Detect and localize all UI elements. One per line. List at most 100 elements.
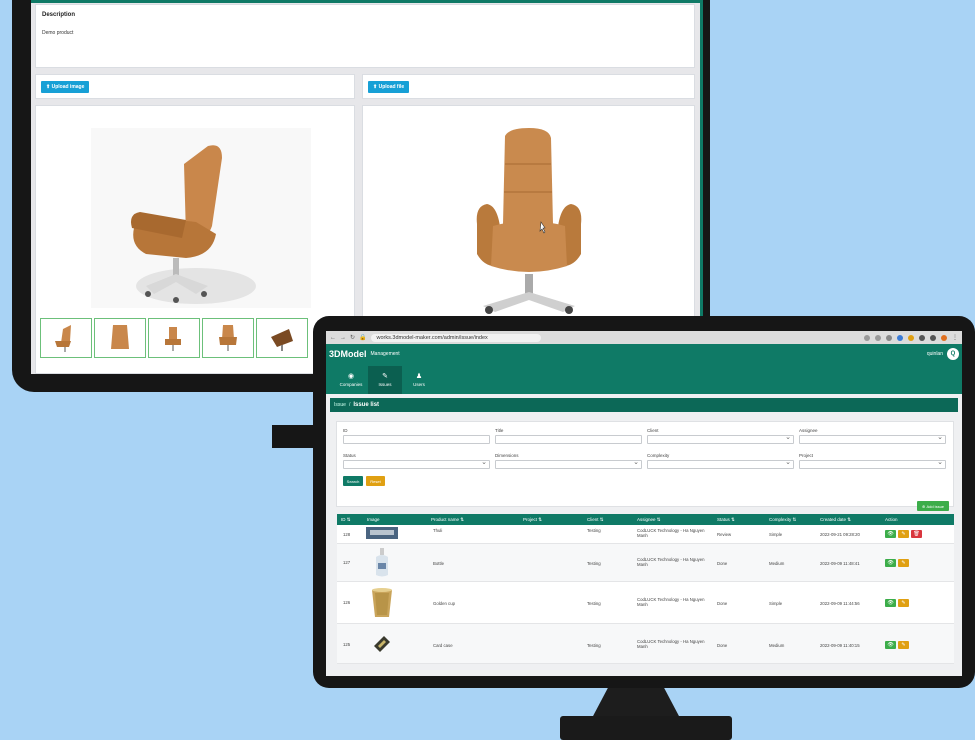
- cell-product-name[interactable]: Card case: [433, 643, 453, 648]
- trash-icon: 🗑: [913, 531, 920, 537]
- thumbnail-1[interactable]: [40, 318, 92, 358]
- menu-dots-icon[interactable]: ⋮: [952, 334, 958, 341]
- status-label: Status: [343, 453, 356, 458]
- companies-icon: ◉: [347, 373, 355, 380]
- thumbnail-2[interactable]: [94, 318, 146, 358]
- thumb-card-case: [369, 630, 393, 656]
- share-icon[interactable]: [875, 334, 881, 341]
- thumbnail-4[interactable]: [202, 318, 254, 358]
- pencil-icon: ✎: [901, 600, 906, 606]
- reload-icon[interactable]: ↻: [350, 334, 355, 341]
- issue-table: ID ⇅ Image Product name ⇅ Project ⇅ Clie…: [337, 514, 954, 664]
- top-accent-bar: [31, 0, 703, 3]
- main-nav: ◉ Companies ✎ Issues ♟ Users: [326, 364, 962, 394]
- eye-icon: 👁: [887, 560, 894, 566]
- edit-button[interactable]: ✎: [898, 599, 909, 607]
- id-label: ID: [343, 428, 348, 433]
- id-input[interactable]: [343, 435, 490, 444]
- cell-complexity: Simple: [769, 532, 783, 537]
- table-row[interactable]: 128 Thuli Testing CodLUCK Technology - H…: [337, 525, 954, 544]
- monitor-stand-base: [560, 716, 732, 740]
- header-client[interactable]: Client ⇅: [587, 517, 604, 523]
- complexity-select[interactable]: [647, 458, 794, 469]
- header-product-name[interactable]: Product name ⇅: [431, 517, 464, 523]
- cell-status: Done: [717, 643, 728, 648]
- table-row[interactable]: 125 Card case Testing CodLUCK Technology…: [337, 624, 954, 664]
- view-button[interactable]: 👁: [885, 599, 896, 607]
- upload-file-button[interactable]: ⬆ Upload file: [368, 81, 410, 93]
- view-button[interactable]: 👁: [885, 530, 896, 538]
- upload-file-label: Upload file: [378, 84, 405, 90]
- table-row[interactable]: 127 Bottle Testing CodLUCK Technology - …: [337, 544, 954, 582]
- title-input[interactable]: [495, 435, 642, 444]
- header-created-date[interactable]: Created date ⇅: [820, 517, 851, 523]
- cell-product-name[interactable]: Bottle: [433, 561, 444, 566]
- add-issue-button[interactable]: ⊕ Add issue: [917, 501, 949, 511]
- user-name[interactable]: quinlan: [927, 351, 943, 357]
- avatar[interactable]: Q: [947, 348, 959, 360]
- header-image: Image: [367, 517, 380, 522]
- edit-button[interactable]: ✎: [898, 559, 909, 567]
- header-project[interactable]: Project ⇅: [523, 517, 542, 523]
- cell-assignee: CodLUCK Technology - Ha Nguyen Manh: [637, 597, 705, 607]
- reset-button[interactable]: Reset: [366, 476, 385, 486]
- complexity-label: Complexity: [647, 453, 670, 458]
- puzzle-icon[interactable]: [919, 334, 925, 341]
- brand-logo[interactable]: 3DModel: [329, 349, 367, 359]
- nav-tab-issues[interactable]: ✎ Issues: [368, 366, 402, 394]
- cell-assignee: CodLUCK Technology - Ha Nguyen Manh: [637, 528, 705, 538]
- extension-icon[interactable]: [897, 334, 903, 341]
- filter-panel: ID Title Client Assignee Status Dimensio…: [336, 421, 954, 507]
- cell-product-name[interactable]: Golden cup: [433, 601, 455, 606]
- table-row[interactable]: 126 Golden cup Testing CodLUCK Technolog…: [337, 582, 954, 624]
- view-button[interactable]: 👁: [885, 559, 896, 567]
- nav-tab-users[interactable]: ♟ Users: [402, 366, 436, 394]
- search-icon[interactable]: [864, 334, 870, 341]
- upload-file-card: ⬆ Upload file: [362, 74, 695, 99]
- assignee-select[interactable]: [799, 433, 946, 444]
- view-button[interactable]: 👁: [885, 641, 896, 649]
- eye-icon: 👁: [887, 600, 894, 606]
- cell-product-name[interactable]: Thuli: [433, 528, 442, 533]
- thumb-thuli: [365, 527, 399, 539]
- bookmark-star-icon[interactable]: [886, 334, 892, 341]
- header-complexity[interactable]: Complexity ⇅: [769, 517, 796, 523]
- upload-image-button[interactable]: ⬆ Upload image: [41, 81, 90, 93]
- project-label: Project: [799, 453, 814, 458]
- cell-status: Review: [717, 532, 732, 537]
- front-monitor-screen: ← → ↻ 🔒 works.3dmodel-maker.com/admin/is…: [326, 331, 962, 676]
- upload-image-card: ⬆ Upload image: [35, 74, 355, 99]
- cell-created-date: 2022-09-09 11:48:41: [820, 561, 860, 566]
- search-button[interactable]: Search: [343, 476, 363, 486]
- forward-arrow-icon[interactable]: →: [340, 335, 346, 341]
- monitor-stand-neck: [592, 688, 680, 718]
- profile-icon[interactable]: [941, 334, 947, 341]
- cell-client: Testing: [587, 528, 601, 533]
- description-title: Description: [42, 12, 76, 18]
- cell-client: Testing: [587, 561, 601, 566]
- client-select[interactable]: [647, 433, 794, 444]
- extension-icon[interactable]: [908, 334, 914, 341]
- nav-tab-companies[interactable]: ◉ Companies: [334, 366, 368, 394]
- thumbnail-5[interactable]: [256, 318, 308, 358]
- header-status[interactable]: Status ⇅: [717, 517, 735, 523]
- dimensions-select[interactable]: [495, 458, 642, 469]
- header-assignee[interactable]: Assignee ⇅: [637, 517, 661, 523]
- edit-button[interactable]: ✎: [898, 641, 909, 649]
- description-text: Demo product: [42, 30, 74, 36]
- row-actions: 👁 ✎: [885, 599, 909, 607]
- project-select[interactable]: [799, 458, 946, 469]
- assignee-label: Assignee: [799, 428, 818, 433]
- browser-extensions: ⋮: [864, 334, 958, 341]
- cell-complexity: Medium: [769, 643, 785, 648]
- thumbnail-3[interactable]: [148, 318, 200, 358]
- status-select[interactable]: [343, 458, 490, 469]
- sidebar-icon[interactable]: [930, 334, 936, 341]
- breadcrumb-home[interactable]: Issue: [334, 402, 346, 408]
- delete-button[interactable]: 🗑: [911, 530, 922, 538]
- edit-button[interactable]: ✎: [898, 530, 909, 538]
- cell-id: 126: [343, 600, 351, 605]
- header-id[interactable]: ID ⇅: [341, 517, 351, 523]
- back-arrow-icon[interactable]: ←: [330, 335, 336, 341]
- address-bar[interactable]: works.3dmodel-maker.com/admin/issue/inde…: [370, 333, 541, 342]
